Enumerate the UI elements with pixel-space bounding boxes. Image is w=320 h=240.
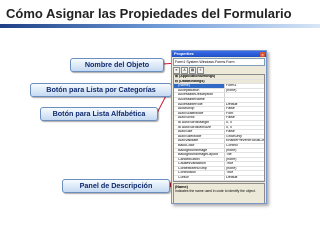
property-name: AcceptButton [174,88,225,93]
property-value[interactable]: False [225,130,264,134]
object-selector[interactable]: Form1 System.Windows.Forms.Form [173,58,265,66]
property-value[interactable]: (none) [225,158,264,162]
title-rule [0,24,320,28]
property-row[interactable]: DoubleBufferedFalse [174,180,264,182]
window-titlebar: Properties × [172,51,266,57]
property-value[interactable]: GrowOnly [225,135,264,139]
property-name: (Name) [174,84,225,88]
callout-description-panel: Panel de Descripción [62,179,170,193]
callout-category-button: Botón para Lista por Categorías [30,83,172,97]
property-value[interactable] [225,93,264,97]
property-value[interactable]: 0, 0 [225,121,264,125]
description-panel: (Name) Indicates the name used in code t… [173,183,265,203]
property-value[interactable]: (none) [225,89,264,93]
property-value[interactable]: (none) [225,167,264,171]
property-value[interactable]: 0, 0 [225,126,264,130]
property-name: BackColor [174,143,225,148]
slide-title: Cómo Asignar las Propiedades del Formula… [6,6,292,21]
property-name: ⊞ AutoScrollMargin [174,120,225,125]
property-value[interactable]: True [225,171,264,175]
property-name: BackgroundImageLayout [174,153,225,157]
callout-object-name: Nombre del Objeto [70,58,164,72]
property-name: AutoValidate [174,139,225,143]
property-name: AutoScroll [174,116,225,120]
property-value[interactable]: True [225,162,264,166]
property-name: ⊟ (DataBindings) [174,79,264,84]
property-name: AutoSize [174,130,225,134]
property-name: ⊞ AutoScrollMinSize [174,125,225,130]
property-value[interactable]: Form1 [225,84,264,88]
property-value[interactable]: False [225,181,264,182]
property-name: Cursor [174,176,225,180]
property-name: AllowDrop [174,107,225,111]
property-name: BackgroundImage [174,148,225,153]
property-value[interactable]: False [225,116,264,120]
property-name: DoubleBuffered [174,180,225,181]
properties-toolbar: ≡ A ▤ ϟ [173,66,265,74]
property-value[interactable]: Tile [225,153,264,157]
events-view-button[interactable]: ϟ [197,66,204,74]
property-name: AccessibleName [174,97,225,102]
property-value[interactable]: False [225,107,264,111]
property-grid: ⊞ (ApplicationSettings) ⊟ (DataBindings)(… [173,74,265,182]
property-name: AccessibleDescription [174,93,225,97]
property-name: AutoScaleMode [174,111,225,116]
window-title: Properties [174,51,194,56]
alphabetical-button[interactable]: A [181,66,188,74]
property-name: ContextMenuStrip [174,166,225,171]
properties-view-button[interactable]: ▤ [189,66,196,74]
categorized-button[interactable]: ≡ [173,66,180,74]
property-value[interactable]: EnablePreventFocusChange [225,139,264,143]
property-name: CausesValidation [174,162,225,166]
property-value[interactable]: Default [225,176,264,180]
property-value[interactable] [225,98,264,102]
properties-window: Properties × Form1 System.Windows.Forms.… [171,50,267,204]
property-value[interactable]: (none) [225,149,264,153]
property-name: CancelButton [174,157,225,162]
description-text: Indicates the name used in code to ident… [175,189,256,193]
property-value[interactable]: Font [225,112,264,116]
property-value[interactable]: Control [225,144,264,148]
close-icon[interactable]: × [260,51,265,57]
callout-alphabetic-button: Botón para Lista Alfabética [40,107,158,121]
property-name: ControlBox [174,171,225,176]
property-name: AutoSizeMode [174,134,225,139]
property-name: AccessibleRole [174,102,225,107]
property-name: ⊞ (ApplicationSettings) [174,75,264,79]
property-value[interactable]: Default [225,103,264,107]
